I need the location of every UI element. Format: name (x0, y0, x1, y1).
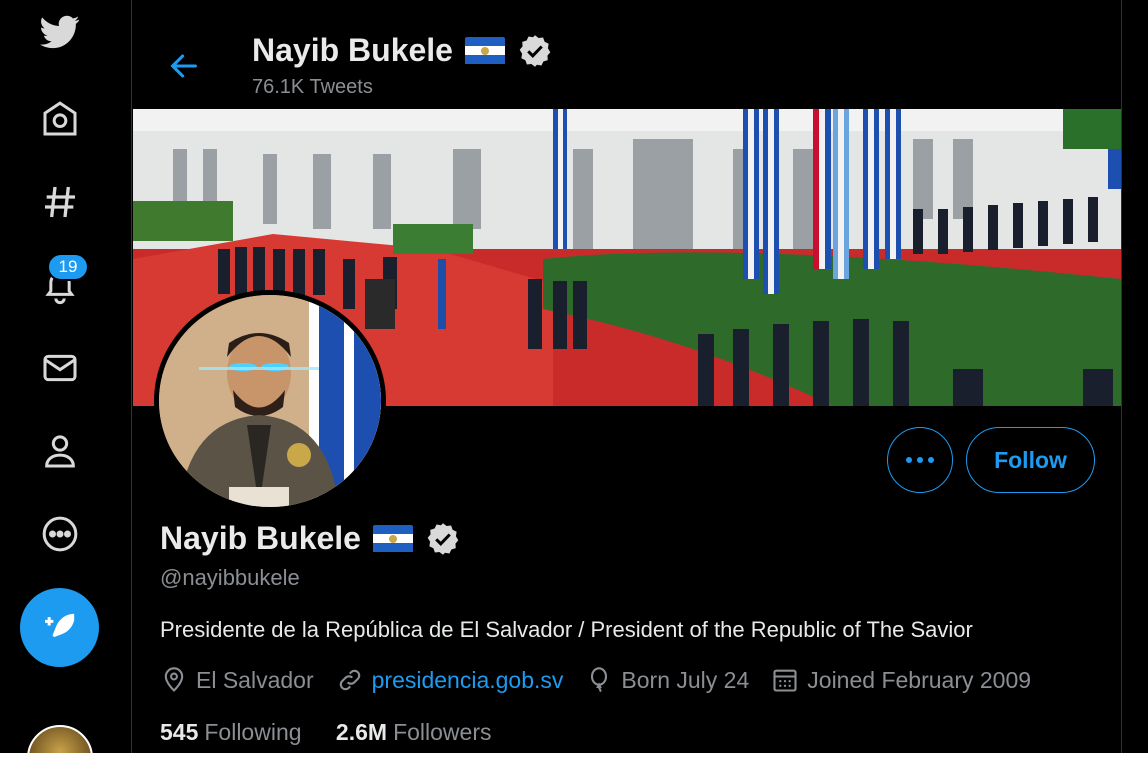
hashtag-icon[interactable] (38, 180, 82, 224)
following-label: Following (204, 719, 302, 745)
birthday-text: Born July 24 (621, 666, 750, 693)
el-salvador-flag-icon (372, 524, 413, 553)
column-divider (1121, 0, 1122, 761)
birthday-item: Born July 24 (585, 666, 749, 694)
el-salvador-flag-icon (464, 36, 505, 65)
more-options-button[interactable] (887, 427, 953, 493)
tweet-count: 76.1K Tweets (252, 76, 373, 98)
followers-count: 2.6M (335, 719, 388, 745)
header-title: Nayib Bukele (252, 32, 553, 69)
twitter-logo-icon[interactable] (38, 10, 82, 54)
notification-count-badge: 19 (47, 253, 89, 281)
profile-stats: 545 Following 2.6M Followers (160, 719, 519, 746)
bottom-edge (0, 753, 1148, 761)
joined-item: Joined February 2009 (771, 666, 1031, 694)
following-count: 545 (160, 719, 199, 745)
profile-avatar[interactable] (154, 290, 386, 512)
joined-text: Joined February 2009 (807, 666, 1032, 693)
twitter-profile-page: 19 Nayib Bukele 76.1K Tweets Follow Nayi… (0, 0, 1148, 761)
verified-badge-icon (427, 522, 459, 555)
balloon-icon (591, 667, 608, 693)
more-circle-icon[interactable] (38, 512, 82, 556)
location-pin-icon (164, 667, 184, 692)
profile-meta: El Salvador presidencia.gob.sv Born July… (160, 666, 1053, 694)
verified-badge-icon (519, 34, 551, 67)
calendar-icon (773, 669, 797, 692)
follow-button[interactable]: Follow (966, 427, 1095, 493)
profile-photo (159, 295, 381, 507)
compose-tweet-button[interactable] (20, 588, 99, 667)
profile-name: Nayib Bukele (160, 520, 361, 556)
more-dots-icon (906, 457, 912, 463)
person-icon[interactable] (38, 429, 82, 473)
header-name: Nayib Bukele (252, 32, 453, 68)
compose-feather-icon (44, 613, 74, 637)
back-button[interactable] (164, 46, 204, 86)
location-text: El Salvador (196, 666, 314, 693)
home-icon[interactable] (38, 97, 82, 141)
followers-stat[interactable]: 2.6M Followers (336, 719, 492, 745)
website-item: presidencia.gob.sv (336, 666, 564, 694)
profile-bio: Presidente de la República de El Salvado… (160, 617, 973, 642)
followers-label: Followers (393, 719, 492, 745)
sidebar-nav: 19 (0, 0, 132, 761)
following-stat[interactable]: 545 Following (160, 719, 302, 745)
profile-handle: @nayibbukele (160, 565, 300, 590)
link-icon (339, 669, 360, 691)
profile-name-row: Nayib Bukele (160, 520, 461, 557)
mail-icon[interactable] (38, 346, 82, 390)
location-item: El Salvador (160, 666, 314, 694)
website-link[interactable]: presidencia.gob.sv (372, 667, 564, 694)
arrow-left-icon (170, 54, 197, 78)
